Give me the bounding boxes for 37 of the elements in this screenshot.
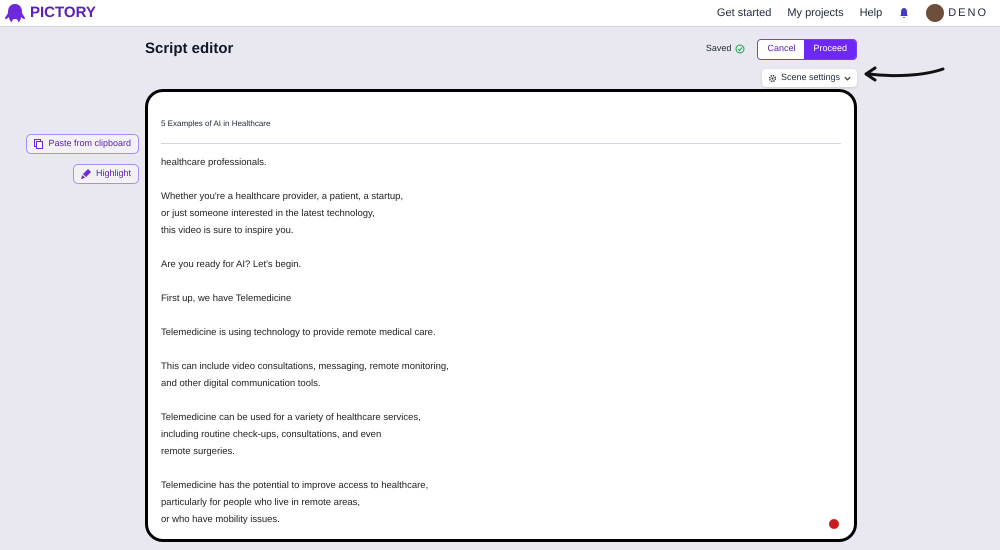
nav-link[interactable]: Help [860,4,882,22]
script-line: This can include video consultations, messaging, remote monitoring, [161,360,449,374]
script-line: or just someone interested in the latest technology, [161,207,375,221]
gear-icon [768,74,777,82]
script-line: Telemedicine is using technology to provide remote medical care. [161,326,436,340]
notification-badge-icon[interactable] [827,517,841,531]
octopus-logo-icon [4,3,26,23]
cancel-button[interactable]: Cancel [758,40,804,58]
brand-name: PICTORY [30,2,96,23]
script-line: and other digital communication tools. [161,377,320,391]
paste-button[interactable]: Paste from clipboard [26,134,139,154]
highlight-button[interactable]: Highlight [72,164,139,184]
check-circle-icon [735,44,746,54]
bell-icon[interactable] [898,7,910,19]
script-line: this video is sure to inspire you. [161,224,294,238]
proceed-button[interactable]: Proceed [804,40,856,58]
scene-settings-button[interactable]: Scene settings [762,69,857,87]
script-line: Telemedicine can be used for a variety of healthcare services, [161,411,421,425]
script-line: or who have mobility issues. [161,513,280,527]
avatar[interactable] [926,4,944,22]
script-line: Whether you're a healthcare provider, a patient, a startup, [161,190,404,204]
copy-icon [34,139,44,149]
script-title: 5 Examples of AI in Healthcare [161,119,270,128]
script-line: particularly for people who live in remote areas, [161,496,360,510]
nav-link[interactable]: My projects [787,4,844,22]
script-line: including routine check-ups, consultations, and even [161,428,382,442]
chevron-down-icon [844,74,851,82]
script-line: First up, we have Telemedicine [161,292,292,306]
script-line: Telemedicine has the potential to improve access to healthcare, [161,479,428,493]
page-title: Script editor [145,38,234,59]
save-status: Saved [706,42,732,56]
nav-link[interactable]: Get started [716,4,772,22]
script-line: healthcare professionals. [161,156,267,170]
user-name[interactable]: DENO [948,4,988,22]
script-line: Are you ready for AI? Let's begin. [161,258,302,272]
highlighter-icon [80,169,91,179]
script-line: remote surgeries. [161,445,235,459]
